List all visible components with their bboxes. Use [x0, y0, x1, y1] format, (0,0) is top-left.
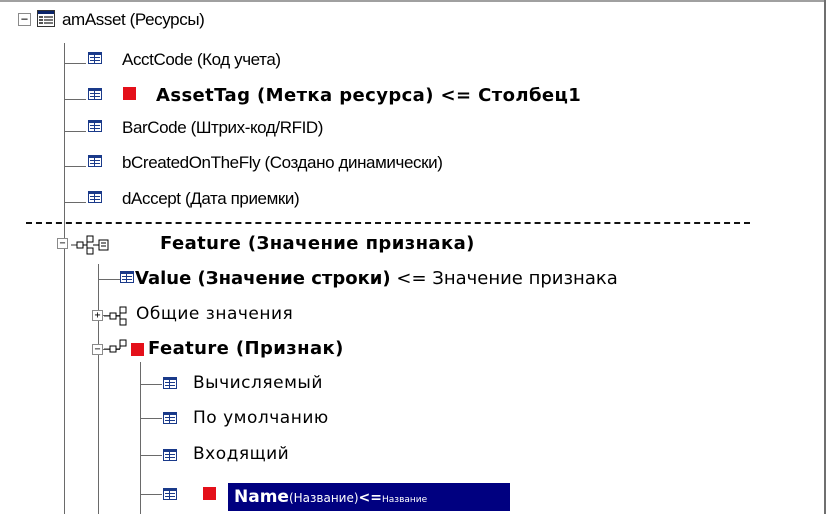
tree-line-feature-value	[98, 264, 99, 514]
field-default[interactable]: По умолчанию	[193, 408, 329, 428]
field-icon	[163, 412, 177, 424]
field-icon	[163, 488, 177, 500]
mapping-tree: − amAsset (Ресурсы) AcctCode (Код учета)…	[0, 0, 826, 514]
field-name-arrow: <=	[358, 490, 382, 506]
tree-branch	[64, 99, 86, 100]
omitted-items-separator	[26, 222, 750, 224]
field-assettag[interactable]: AssetTag (Метка ресурса) <= Столбец1	[156, 85, 581, 106]
tree-branch	[64, 131, 86, 132]
root-table-label[interactable]: amAsset (Ресурсы)	[62, 10, 205, 30]
link-icon	[104, 338, 130, 356]
tree-branch	[64, 166, 86, 167]
tree-branch	[140, 418, 162, 419]
tree-branch	[140, 494, 162, 495]
link-feature-value[interactable]: Feature (Значение признака)	[160, 233, 475, 254]
mandatory-marker	[123, 87, 136, 100]
field-name-mapping: Название	[382, 495, 428, 505]
mandatory-marker	[203, 487, 216, 500]
mandatory-marker	[131, 343, 144, 356]
field-name-desc: (Название)	[288, 491, 359, 505]
field-name-selected[interactable]: Name(Название)<=Название	[228, 483, 510, 511]
field-value: Value (Значение строки)	[135, 268, 391, 289]
table-icon	[37, 10, 55, 27]
field-icon	[120, 271, 134, 283]
field-calculated[interactable]: Вычисляемый	[193, 373, 323, 393]
field-incoming[interactable]: Входящий	[193, 444, 289, 464]
field-name: Name	[234, 487, 289, 507]
field-acctcode[interactable]: AcctCode (Код учета)	[122, 50, 281, 70]
tree-branch	[140, 455, 162, 456]
field-value-mapping: <= Значение признака	[396, 268, 618, 289]
field-icon	[88, 191, 102, 203]
tree-branch	[64, 63, 86, 64]
feature-value-collapse-toggle[interactable]: −	[57, 238, 68, 249]
field-bcreatedonthefly[interactable]: bCreatedOnTheFly (Создано динамически)	[122, 153, 443, 173]
field-icon	[163, 377, 177, 389]
link-feature[interactable]: Feature (Признак)	[148, 338, 344, 359]
field-icon	[88, 155, 102, 167]
tree-line-root	[64, 43, 65, 514]
link-icon	[104, 306, 134, 326]
tree-branch	[64, 202, 86, 203]
field-icon	[88, 52, 102, 64]
link-table-icon	[71, 234, 157, 256]
tree-branch	[98, 279, 120, 280]
field-barcode[interactable]: BarCode (Штрих-код/RFID)	[122, 118, 323, 138]
field-icon	[163, 449, 177, 461]
field-value-row[interactable]: Value (Значение строки) <= Значение приз…	[135, 268, 618, 289]
tree-branch	[140, 384, 162, 385]
field-daccept[interactable]: dAccept (Дата приемки)	[122, 189, 300, 209]
common-values-expand-toggle[interactable]: +	[92, 310, 103, 321]
feature-collapse-toggle[interactable]: −	[92, 344, 103, 355]
frame-top-border	[0, 0, 826, 2]
root-collapse-toggle[interactable]: −	[18, 13, 31, 26]
field-icon	[88, 88, 102, 100]
field-icon	[88, 120, 102, 132]
link-common-values[interactable]: Общие значения	[136, 304, 293, 324]
